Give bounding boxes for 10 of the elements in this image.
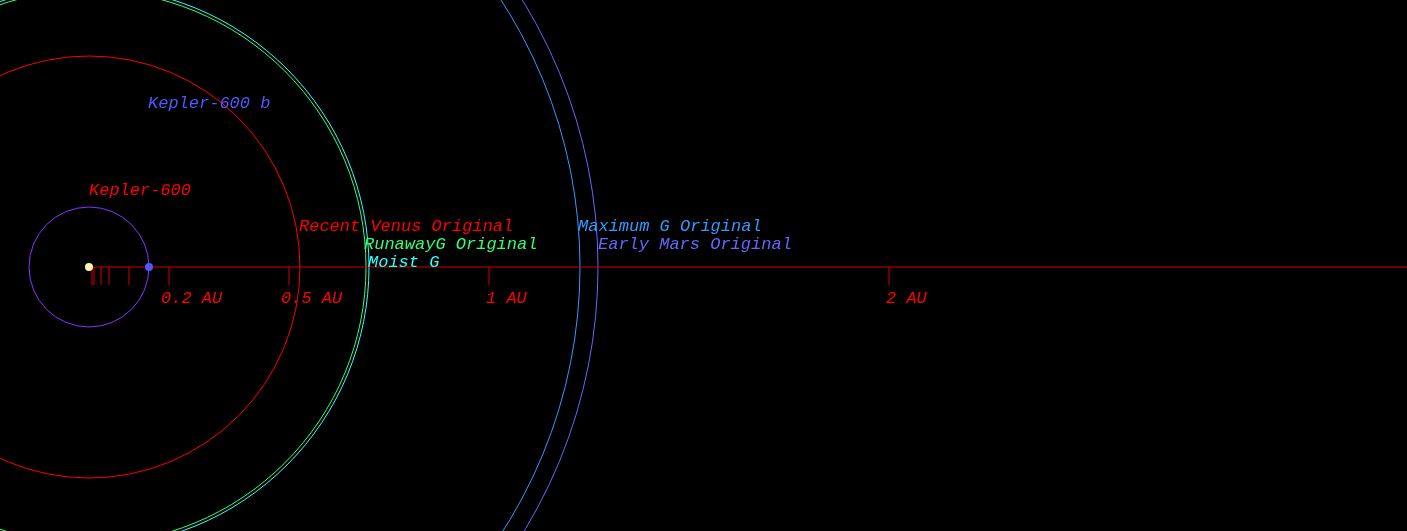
zone-label: Maximum G Original <box>578 217 762 236</box>
axis-tick-label: 1 AU <box>486 289 527 308</box>
star-dot <box>85 263 93 271</box>
zone-label: Moist G <box>368 253 440 272</box>
zone-label: RunawayG Original <box>364 235 538 254</box>
axis-tick-label: 2 AU <box>886 289 927 308</box>
zone-label: Early Mars Original <box>598 235 792 254</box>
axis-tick-label: 0.2 AU <box>161 289 223 308</box>
star-name: Kepler-600 <box>89 181 192 200</box>
zone-label: Recent Venus Original <box>299 217 514 236</box>
